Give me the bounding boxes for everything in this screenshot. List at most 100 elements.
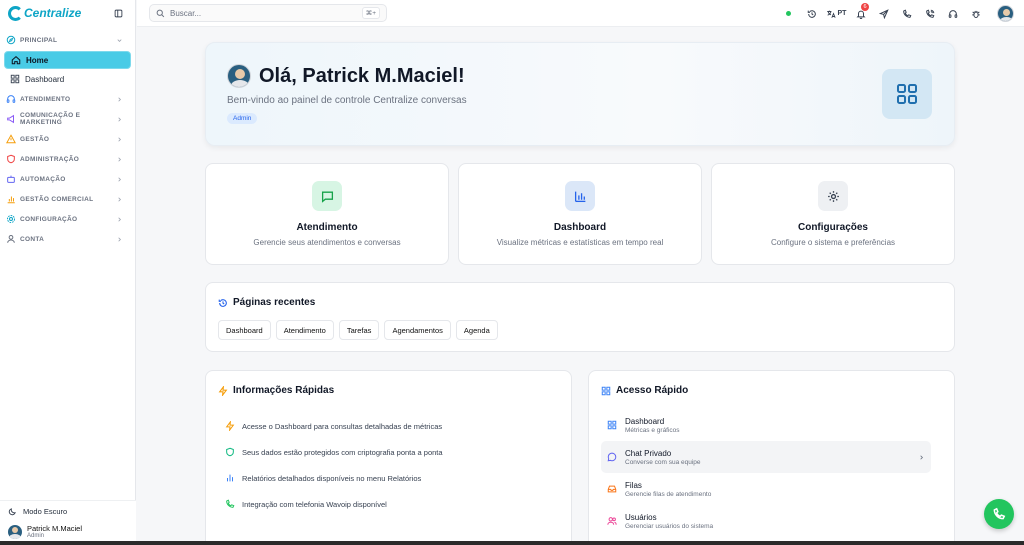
sidebar-nav: PRINCIPAL Home Dashboard ATENDIMENTO COM… (0, 26, 135, 253)
avatar[interactable] (997, 5, 1014, 22)
chevron-right-icon (118, 96, 121, 102)
phone-icon (226, 499, 235, 508)
chevron-right-icon (118, 156, 121, 162)
bar-chart-icon (227, 474, 233, 482)
language-selector[interactable]: PT (823, 0, 849, 27)
avatar (227, 64, 251, 88)
topbar: ⌘+ PT 6 (137, 0, 1024, 27)
quick-access-filas[interactable]: Filas Gerencie filas de atendimento (601, 473, 931, 505)
notification-badge: 6 (861, 3, 869, 11)
recent-pages-title: Páginas recentes (233, 297, 316, 308)
zap-icon (225, 421, 235, 431)
warning-icon (6, 134, 16, 144)
brand-logo[interactable]: Centralize (8, 5, 81, 21)
message-circle-icon (607, 452, 617, 462)
list-item: Relatórios detalhados disponíveis no men… (225, 465, 443, 491)
quick-access-label: Dashboard (625, 416, 665, 426)
quick-access-usuarios[interactable]: Usuários Gerenciar usuários do sistema (601, 505, 931, 537)
sidebar-item-label: Home (26, 55, 49, 65)
info-text: Integração com telefonia Wavoip disponív… (242, 499, 387, 509)
card-icon-wrap (818, 181, 848, 211)
card-description: Configure o sistema e preferências (770, 238, 896, 247)
logo-mark-icon (8, 5, 23, 21)
info-text: Acesse o Dashboard para consultas detalh… (242, 421, 443, 431)
section-label: AUTOMAÇÃO (20, 175, 66, 183)
user-profile[interactable]: Patrick M.Maciel Admin (8, 524, 128, 539)
support-button[interactable] (941, 0, 964, 27)
chevron-right-icon (118, 136, 121, 142)
recent-page-chip[interactable]: Agenda (455, 320, 498, 340)
recent-page-chip[interactable]: Tarefas (338, 320, 380, 340)
dark-mode-toggle[interactable]: Modo Escuro (8, 507, 128, 516)
section-principal[interactable]: PRINCIPAL (4, 30, 131, 50)
card-atendimento[interactable]: Atendimento Gerencie seus atendimentos e… (205, 163, 449, 265)
card-title: Atendimento (296, 222, 358, 233)
card-configuracoes[interactable]: Configurações Configure o sistema e pref… (711, 163, 955, 265)
quick-access-chat-privado[interactable]: Chat Privado Converse com sua equipe (601, 441, 931, 473)
history-icon (218, 298, 227, 307)
role-badge: Admin (227, 113, 258, 124)
quick-access-panel: Acesso Rápido Dashboard Métricas e gráfic… (588, 370, 955, 545)
card-icon-wrap (565, 181, 595, 211)
send-button[interactable] (872, 0, 895, 27)
section-automacao[interactable]: AUTOMAÇÃO (4, 169, 131, 189)
collapse-sidebar-icon[interactable] (114, 9, 123, 18)
grid-icon (10, 74, 20, 84)
section-conta[interactable]: CONTA (4, 229, 131, 249)
section-configuracao[interactable]: CONFIGURAÇÃO (4, 209, 131, 229)
window-bottom-edge (0, 541, 1024, 545)
list-item: Seus dados estão protegidos com criptogr… (225, 439, 443, 465)
chevron-right-icon (118, 176, 121, 182)
notifications-button[interactable]: 6 (849, 0, 872, 27)
recent-page-chip[interactable]: Atendimento (275, 320, 334, 340)
recent-pages-panel: Páginas recentes Dashboard Atendimento T… (205, 282, 955, 352)
welcome-subtitle: Bem-vindo ao painel de controle Centrali… (227, 95, 467, 106)
quick-access-sub: Gerenciar usuários do sistema (625, 522, 714, 530)
welcome-banner: Olá, Patrick M.Maciel! Bem-vindo ao pain… (205, 42, 955, 146)
chevron-down-icon (117, 38, 122, 42)
debug-button[interactable] (964, 0, 987, 27)
chevron-right-icon (118, 216, 121, 222)
section-label: GESTÃO COMERCIAL (20, 195, 94, 203)
language-label: PT (837, 10, 847, 17)
bar-chart-icon (7, 196, 15, 204)
headset-icon (948, 9, 957, 18)
phone-icon (902, 9, 911, 18)
section-atendimento[interactable]: ATENDIMENTO (4, 89, 131, 109)
history-icon (807, 9, 816, 18)
sidebar: Centralize PRINCIPAL Home Dashboard ATEN… (0, 0, 136, 545)
megaphone-icon (7, 114, 14, 124)
sidebar-item-label: Dashboard (25, 74, 65, 84)
sidebar-item-home[interactable]: Home (4, 51, 131, 69)
sidebar-item-dashboard[interactable]: Dashboard (4, 70, 131, 88)
history-button[interactable] (800, 0, 823, 27)
phone-fab-button[interactable] (984, 499, 1014, 529)
section-administracao[interactable]: ADMINISTRAÇÃO (4, 149, 131, 169)
search-box[interactable]: ⌘+ (149, 4, 387, 22)
recent-page-chip[interactable]: Dashboard (218, 320, 271, 340)
section-gestao[interactable]: GESTÃO (4, 129, 131, 149)
send-icon (878, 8, 889, 19)
phone-button[interactable] (895, 0, 918, 27)
quick-info-header: Informações Rápidas (218, 385, 334, 396)
section-label: ADMINISTRAÇÃO (20, 155, 80, 163)
user-role: Admin (27, 533, 45, 539)
quick-access-dashboard[interactable]: Dashboard Métricas e gráficos (601, 409, 931, 441)
zap-icon (218, 385, 228, 396)
search-input[interactable] (170, 8, 357, 18)
card-title: Dashboard (553, 222, 607, 233)
dashboard-tile-icon (882, 69, 932, 119)
status-dot-icon (786, 11, 791, 16)
quick-access-list: Dashboard Métricas e gráficos Chat Privad… (601, 409, 931, 537)
card-dashboard[interactable]: Dashboard Visualize métricas e estatísti… (458, 163, 702, 265)
card-description: Visualize métricas e estatísticas em tem… (496, 238, 664, 247)
section-comunicacao-marketing[interactable]: COMUNICAÇÃO E MARKETING (4, 109, 131, 129)
section-label: CONFIGURAÇÃO (20, 215, 78, 223)
quick-access-sub: Converse com sua equipe (625, 458, 701, 466)
recent-page-chip[interactable]: Agendamentos (384, 320, 451, 340)
section-gestao-comercial[interactable]: GESTÃO COMERCIAL (4, 189, 131, 209)
translate-icon (826, 10, 836, 18)
message-square-icon (321, 191, 333, 203)
headset-icon (6, 95, 16, 103)
call-log-button[interactable] (918, 0, 941, 27)
